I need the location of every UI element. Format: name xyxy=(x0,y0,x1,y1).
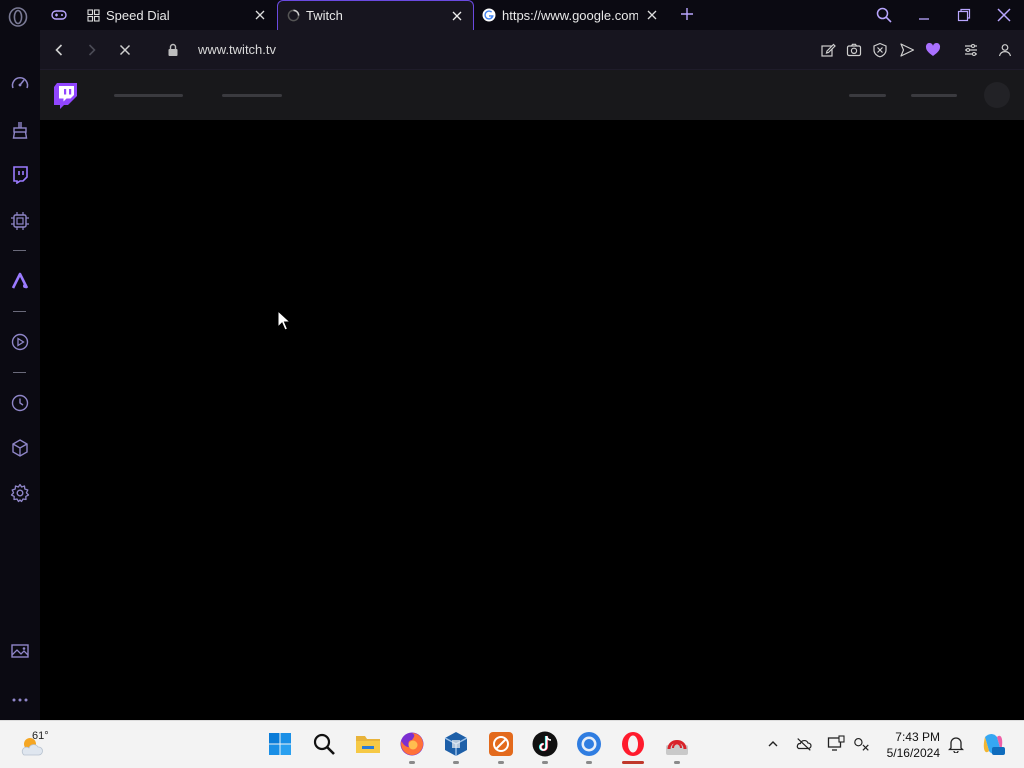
minimize-icon[interactable] xyxy=(915,6,933,24)
adblock-shield-icon[interactable] xyxy=(870,40,890,60)
tab-speed-dial[interactable]: Speed Dial xyxy=(80,0,276,30)
notification-bell-icon[interactable] xyxy=(947,735,965,753)
taskbar-search-icon[interactable] xyxy=(310,730,338,758)
broom-icon[interactable] xyxy=(9,119,31,141)
chrome-icon[interactable] xyxy=(575,730,603,758)
page-content xyxy=(40,70,1024,720)
twitch-icon[interactable] xyxy=(9,164,31,186)
sidebar-divider xyxy=(13,250,26,251)
loading-spinner-icon xyxy=(286,9,300,23)
nav-skeleton-bar xyxy=(849,94,886,97)
running-indicator xyxy=(498,761,504,764)
twitch-logo-icon[interactable] xyxy=(53,82,79,110)
tab-strip: Speed Dial Twitch https://www.google.com… xyxy=(0,0,1024,30)
running-indicator xyxy=(453,761,459,764)
taskbar-clock[interactable]: 7:43 PM 5/16/2024 xyxy=(870,729,940,761)
nav-skeleton-bar xyxy=(222,94,282,97)
clock-time: 7:43 PM xyxy=(895,730,940,744)
send-arrow-icon[interactable] xyxy=(897,40,917,60)
tab-title: Speed Dial xyxy=(106,7,170,23)
close-icon[interactable] xyxy=(252,7,268,23)
grid-icon xyxy=(86,8,100,22)
player-icon[interactable] xyxy=(9,331,31,353)
chevron-up-icon[interactable] xyxy=(764,735,782,753)
windows-taskbar: 61° 7:43 PM 5/16/2024 xyxy=(0,720,1024,768)
wallpaper-image-icon[interactable] xyxy=(9,640,31,662)
profile-user-icon[interactable] xyxy=(995,40,1015,60)
close-icon[interactable] xyxy=(644,7,660,23)
firefox-icon[interactable] xyxy=(398,730,426,758)
easy-setup-sliders-icon[interactable] xyxy=(961,40,981,60)
tab-title: https://www.google.com/s xyxy=(502,7,638,23)
onedrive-offline-icon[interactable] xyxy=(795,735,813,753)
twitch-top-nav-skeleton xyxy=(40,70,1024,120)
nav-skeleton-bar xyxy=(114,94,183,97)
lock-icon[interactable] xyxy=(163,40,183,60)
running-indicator xyxy=(674,761,680,764)
running-indicator xyxy=(586,761,592,764)
avatar-skeleton xyxy=(984,82,1010,108)
opera-logo-icon[interactable] xyxy=(7,6,29,28)
opera-browser-icon[interactable] xyxy=(619,730,647,758)
nav-skeleton-bar xyxy=(911,94,957,97)
restore-icon[interactable] xyxy=(955,6,973,24)
stop-loading-x-icon[interactable] xyxy=(115,40,135,60)
extensions-cube-icon[interactable] xyxy=(9,437,31,459)
close-window-icon[interactable] xyxy=(995,6,1013,24)
settings-gear-icon[interactable] xyxy=(9,482,31,504)
weather-widget[interactable]: 61° xyxy=(18,729,68,761)
tab-google[interactable]: https://www.google.com/s xyxy=(476,0,668,30)
active-indicator xyxy=(622,761,644,764)
history-clock-icon[interactable] xyxy=(9,392,31,414)
address-toolbar: www.twitch.tv xyxy=(40,30,1024,70)
photo-editor-icon[interactable] xyxy=(487,730,515,758)
volume-muted-icon[interactable] xyxy=(853,735,871,753)
weather-temperature: 61° xyxy=(32,730,49,742)
display-network-icon[interactable] xyxy=(827,735,845,753)
speedometer-icon[interactable] xyxy=(9,73,31,95)
file-explorer-icon[interactable] xyxy=(354,730,382,758)
virtualbox-icon[interactable] xyxy=(442,730,470,758)
tab-title: Twitch xyxy=(306,8,343,23)
search-icon[interactable] xyxy=(875,6,893,24)
back-arrow-icon[interactable] xyxy=(49,40,69,60)
url-text[interactable]: www.twitch.tv xyxy=(198,42,276,57)
more-dots-icon[interactable] xyxy=(9,689,31,711)
tiktok-icon[interactable] xyxy=(531,730,559,758)
new-tab-plus-icon[interactable] xyxy=(678,5,696,23)
sidebar-divider xyxy=(13,311,26,312)
heart-icon[interactable] xyxy=(923,40,943,60)
gamepad-icon[interactable] xyxy=(50,7,68,23)
copilot-icon[interactable] xyxy=(980,731,1006,757)
windows-start-icon[interactable] xyxy=(266,730,294,758)
clock-date: 5/16/2024 xyxy=(886,746,940,760)
mouse-cursor-icon xyxy=(277,309,292,332)
camera-snapshot-icon[interactable] xyxy=(844,40,864,60)
google-icon xyxy=(482,8,496,22)
aria-icon[interactable] xyxy=(9,270,31,292)
ai-chip-icon[interactable] xyxy=(9,210,31,232)
sidebar-divider xyxy=(13,372,26,373)
running-indicator xyxy=(409,761,415,764)
close-icon[interactable] xyxy=(449,8,465,24)
edit-pen-icon[interactable] xyxy=(818,40,838,60)
running-indicator xyxy=(542,761,548,764)
tab-twitch[interactable]: Twitch xyxy=(277,0,474,30)
forward-arrow-icon[interactable] xyxy=(82,40,102,60)
app-red-icon[interactable] xyxy=(663,730,691,758)
sidebar xyxy=(0,30,40,720)
